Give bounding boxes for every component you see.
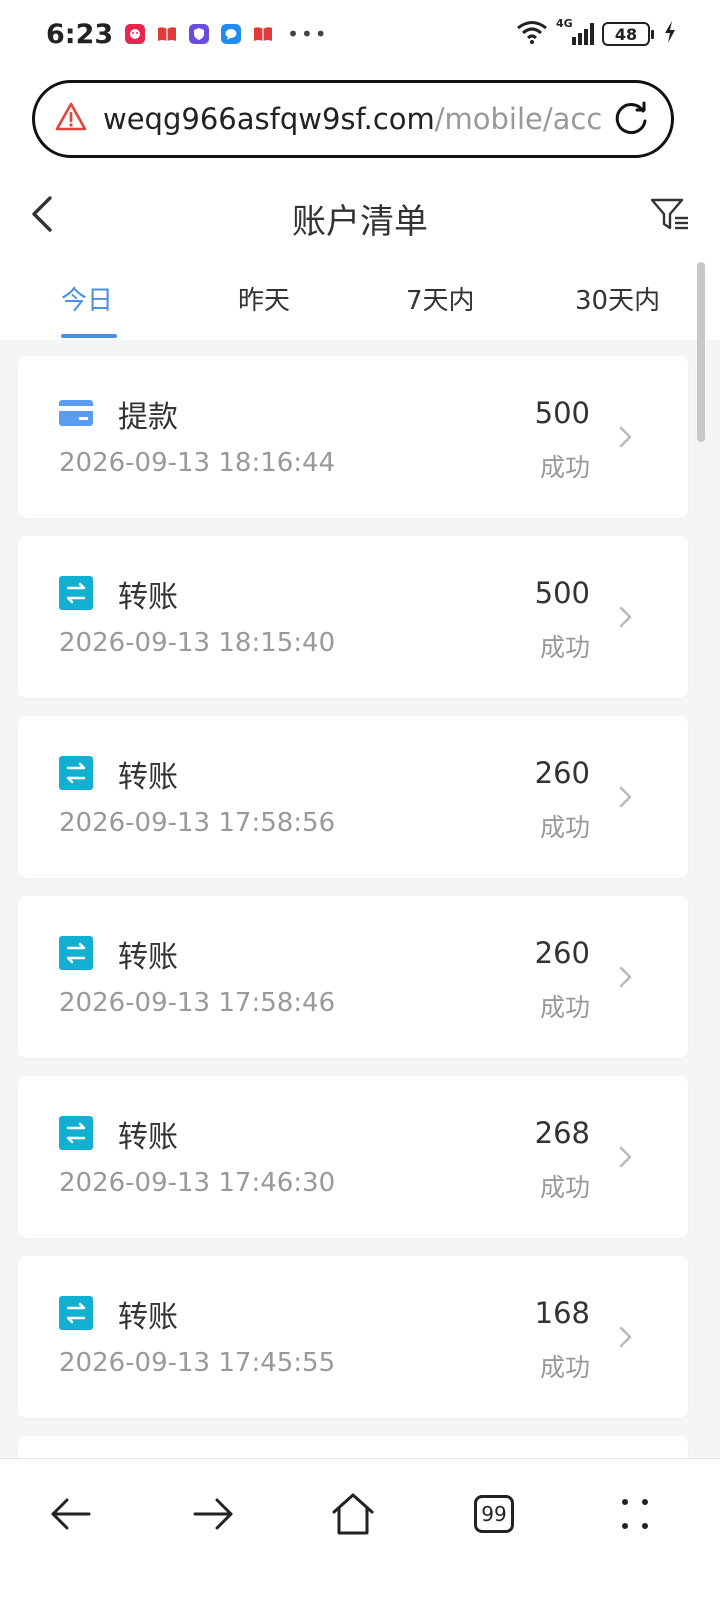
transaction-amount: 260 [534, 936, 590, 970]
nav-back-icon[interactable] [46, 1489, 96, 1539]
book-icon [157, 24, 177, 44]
transfer-icon [59, 1296, 93, 1330]
transaction-type: 转账 [118, 580, 178, 615]
status-bar: 6:23 ••• 4G 48 [0, 0, 720, 68]
page-title: 账户清单 [292, 202, 428, 242]
notification-icons: ••• [125, 22, 328, 46]
message-app-icon [221, 24, 242, 44]
network-type: 4G [556, 17, 573, 30]
transaction-status: 成功 [539, 813, 590, 842]
transaction-status: 成功 [539, 453, 590, 482]
transaction-time: 2026-09-13 18:16:44 [59, 448, 336, 478]
transaction-time: 2026-09-13 18:15:40 [59, 628, 336, 658]
transaction-status: 成功 [539, 1353, 590, 1382]
chevron-right-icon [616, 602, 636, 632]
active-tab-indicator [61, 334, 117, 338]
transaction-amount: 268 [534, 1116, 590, 1150]
status-time: 6:23 [46, 18, 114, 50]
chevron-right-icon [616, 782, 636, 812]
reload-icon[interactable] [609, 97, 653, 141]
url-text[interactable]: weqg966asfqw9sf.com/mobile/acc [103, 102, 609, 136]
transaction-card[interactable]: 转账 2026-09-13 17:45:55 168 成功 [18, 1256, 688, 1418]
transaction-card[interactable]: 转账 2026-09-13 17:46:30 268 成功 [18, 1076, 688, 1238]
transaction-list: 提款 2026-09-13 18:16:44 500 成功 转账 2026-09… [0, 340, 720, 1460]
screen: 6:23 ••• 4G 48 weqg966asfqw9sf.com/mobil… [0, 0, 720, 1600]
transfer-icon [59, 1116, 93, 1150]
url-domain: weqg966asfqw9sf.com [103, 102, 435, 136]
nav-home-icon[interactable] [328, 1489, 378, 1539]
transaction-amount: 500 [534, 576, 590, 610]
transaction-amount: 260 [534, 756, 590, 790]
more-notifications-icon: ••• [287, 22, 329, 46]
transfer-icon [59, 756, 93, 790]
transaction-card-partial[interactable] [18, 1436, 688, 1460]
card-icon [59, 396, 93, 430]
transaction-time: 2026-09-13 17:46:30 [59, 1168, 336, 1198]
tab-30-days[interactable]: 30天内 [575, 280, 660, 317]
transaction-time: 2026-09-13 17:58:56 [59, 808, 336, 838]
nav-forward-icon[interactable] [188, 1489, 238, 1539]
url-field[interactable]: weqg966asfqw9sf.com/mobile/acc [32, 80, 674, 158]
chevron-right-icon [616, 1142, 636, 1172]
browser-address-bar: weqg966asfqw9sf.com/mobile/acc [0, 68, 720, 170]
chevron-right-icon [616, 962, 636, 992]
tab-today[interactable]: 今日 [61, 280, 113, 317]
chevron-right-icon [616, 1322, 636, 1352]
transaction-card[interactable]: 提款 2026-09-13 18:16:44 500 成功 [18, 356, 688, 518]
url-path: /mobile/acc [434, 102, 603, 136]
charging-icon [664, 21, 676, 47]
shield-app-icon [189, 24, 210, 44]
transaction-type: 转账 [118, 1300, 178, 1335]
battery-indicator: 48 [602, 22, 654, 46]
date-range-tabs: 今日 昨天 7天内 30天内 [0, 262, 720, 340]
tab-count: 99 [474, 1495, 514, 1533]
app-notification-icon [125, 24, 146, 44]
transaction-status: 成功 [539, 633, 590, 662]
book-icon [253, 24, 273, 44]
transaction-type: 转账 [118, 940, 178, 975]
browser-bottom-nav: 99 [0, 1458, 720, 1600]
transaction-amount: 168 [534, 1296, 590, 1330]
menu-dots-icon[interactable] [610, 1489, 660, 1539]
transaction-type: 转账 [118, 760, 178, 795]
transaction-type: 转账 [118, 1120, 178, 1155]
tab-yesterday[interactable]: 昨天 [238, 280, 290, 317]
filter-icon[interactable] [648, 192, 692, 236]
wifi-icon [516, 20, 548, 48]
status-right: 4G 48 [516, 17, 676, 48]
transfer-icon [59, 576, 93, 610]
tab-7-days[interactable]: 7天内 [406, 280, 475, 317]
transaction-status: 成功 [539, 1173, 590, 1202]
transaction-time: 2026-09-13 17:58:46 [59, 988, 336, 1018]
transaction-time: 2026-09-13 17:45:55 [59, 1348, 336, 1378]
transaction-card[interactable]: 转账 2026-09-13 17:58:56 260 成功 [18, 716, 688, 878]
page-header: 账户清单 [0, 170, 720, 262]
transaction-amount: 500 [534, 396, 590, 430]
transaction-card[interactable]: 转账 2026-09-13 18:15:40 500 成功 [18, 536, 688, 698]
scrollbar[interactable] [697, 262, 705, 442]
transfer-icon [59, 936, 93, 970]
warning-icon[interactable] [55, 102, 87, 136]
transaction-card[interactable]: 转账 2026-09-13 17:58:46 260 成功 [18, 896, 688, 1058]
transaction-status: 成功 [539, 993, 590, 1022]
chevron-right-icon [616, 422, 636, 452]
cellular-signal-icon: 4G [556, 17, 594, 45]
transaction-type: 提款 [118, 400, 178, 435]
tabs-count-button[interactable]: 99 [469, 1489, 519, 1539]
